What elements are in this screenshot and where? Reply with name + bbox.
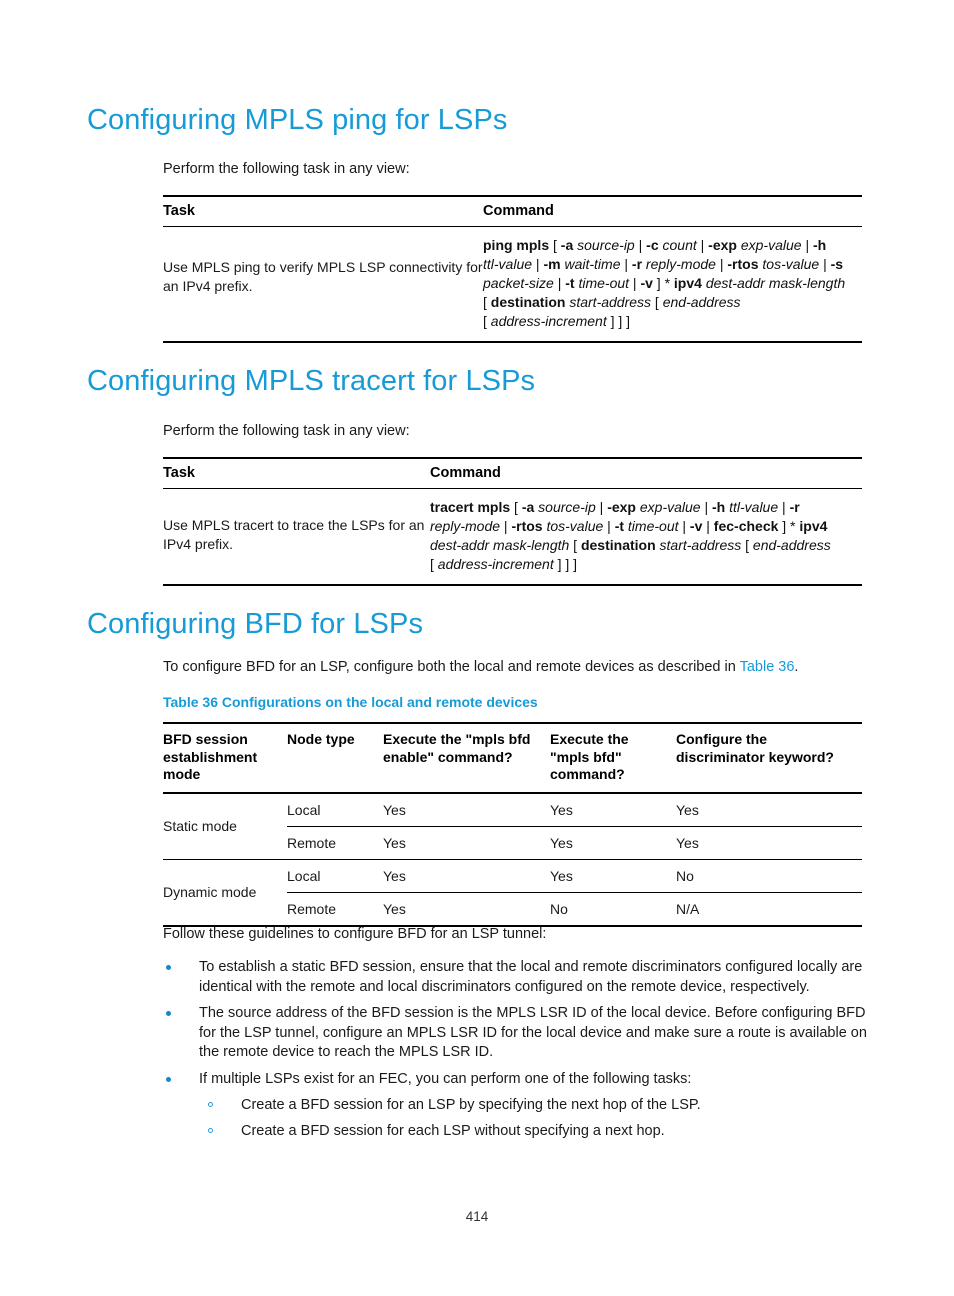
cell-discriminator: Yes [676,825,862,859]
table-caption-table-36: Table 36 Configurations on the local and… [163,694,538,710]
intro-text-mpls-tracert: Perform the following task in any view: [163,423,410,439]
cell-mpls-bfd: Yes [550,825,676,859]
cell-bfd-enable: Yes [383,825,550,859]
column-header-mpls-bfd: Execute the "mpls bfd" command? [550,722,676,794]
cell-task-description: Use MPLS ping to verify MPLS LSP connect… [163,259,483,294]
table-row: Use MPLS ping to verify MPLS LSP connect… [163,227,862,341]
table-rule-bottom [163,341,862,343]
cell-discriminator: No [676,858,862,892]
column-header-task: Task [163,203,195,219]
bfd-configurations-table: BFD session establishment mode Node type… [163,722,862,928]
guidelines-intro-text: Follow these guidelines to configure BFD… [163,926,547,942]
intro-text-mpls-ping: Perform the following task in any view: [163,161,410,177]
column-header-bfd-session-mode: BFD session establishment mode [163,722,287,794]
mpls-tracert-table: Task Command Use MPLS tracert to trace t… [163,457,862,586]
list-item-text: If multiple LSPs exist for an FEC, you c… [199,1070,692,1087]
cell-mode: Dynamic mode [163,858,287,926]
cell-discriminator: Yes [676,801,699,818]
table-header-row: Task Command [163,459,862,488]
link-table-36[interactable]: Table 36 [740,659,795,675]
sub-list-item: Create a BFD session for each LSP withou… [205,1122,868,1142]
bullet-circle-icon [208,1102,213,1107]
cell-bfd-enable: Yes [383,801,406,818]
cell-mpls-bfd: No [550,891,676,926]
sub-list-item: Create a BFD session for an LSP by speci… [205,1096,868,1116]
table-row: Use MPLS tracert to trace the LSPs for a… [163,489,862,584]
cell-mpls-bfd: Yes [550,858,676,892]
column-header-mpls-bfd-enable: Execute the "mpls bfd enable" command? [383,722,550,794]
list-item-text: To establish a static BFD session, ensur… [199,959,863,995]
cell-node-type: Remote [287,825,383,859]
cell-bfd-enable: Yes [383,891,550,926]
intro-text-before-link: To configure BFD for an LSP, configure b… [163,659,740,675]
page-number: 414 [465,1209,489,1224]
cell-task-description: Use MPLS tracert to trace the LSPs for a… [163,517,425,552]
cell-node-type: Remote [287,891,383,926]
column-header-command: Command [483,203,554,219]
heading-configuring-mpls-tracert: Configuring MPLS tracert for LSPs [87,365,536,397]
document-page: Configuring MPLS ping for LSPs Perform t… [0,0,954,1296]
list-item: To establish a static BFD session, ensur… [163,958,868,997]
bullet-dot-icon [166,1011,171,1016]
cell-node-type: Local [287,858,383,892]
bullet-dot-icon [166,1076,171,1082]
list-item-text: The source address of the BFD session is… [199,1005,867,1060]
table-rule-bottom [163,584,862,586]
column-header-discriminator: Configure the discriminator keyword? [676,722,862,794]
guidelines-list: To establish a static BFD session, ensur… [163,958,868,1147]
cell-discriminator: N/A [676,891,862,926]
table-header-row: Task Command [163,197,862,226]
table-row: Dynamic mode Local Yes Yes No [163,858,862,926]
intro-text-after-link: . [794,659,799,675]
list-item: The source address of the BFD session is… [163,1004,868,1063]
cell-mpls-bfd: Yes [550,801,573,818]
list-item: If multiple LSPs exist for an FEC, you c… [163,1070,868,1090]
cell-command-syntax: ping mpls [ -a source-ip | -c count | -e… [483,237,846,329]
mpls-ping-table: Task Command Use MPLS ping to verify MPL… [163,195,862,343]
table-row: Static mode Local Yes Yes Yes [163,793,862,835]
heading-configuring-bfd: Configuring BFD for LSPs [87,608,424,640]
column-header-node-type: Node type [287,722,383,794]
cell-mode: Static mode [163,818,237,834]
cell-node-type: Local [287,801,321,818]
sub-list-item-text: Create a BFD session for each LSP withou… [241,1122,665,1139]
cell-command-syntax: tracert mpls [ -a source-ip | -exp exp-v… [430,499,831,572]
bullet-circle-icon [208,1127,213,1133]
cell-bfd-enable: Yes [383,858,550,892]
table-header-row: BFD session establishment mode Node type… [163,722,862,794]
sub-list-item-text: Create a BFD session for an LSP by speci… [241,1097,701,1113]
bullet-dot-icon [166,965,171,970]
heading-configuring-mpls-ping: Configuring MPLS ping for LSPs [87,104,508,136]
intro-text-bfd: To configure BFD for an LSP, configure b… [163,658,798,677]
column-header-task: Task [163,465,195,481]
column-header-command: Command [430,465,501,481]
